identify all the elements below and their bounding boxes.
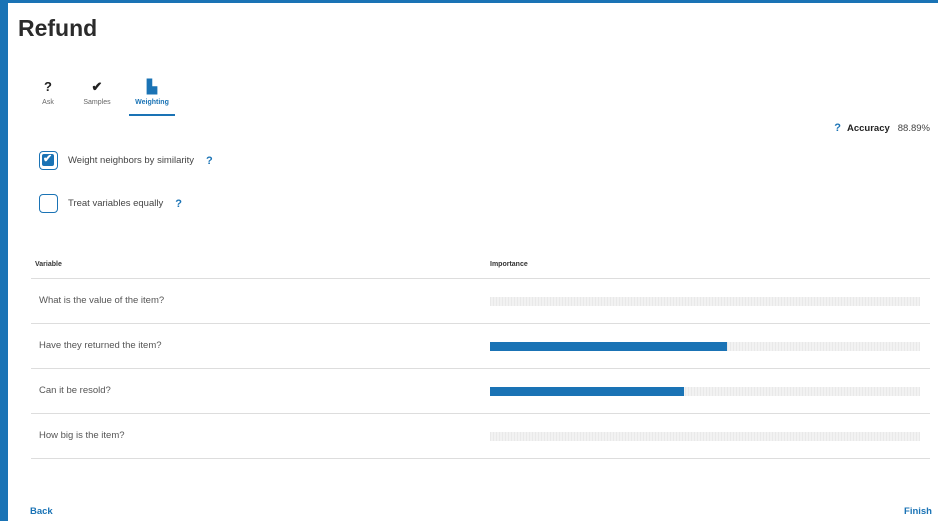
step-ask[interactable]: ? Ask: [38, 79, 58, 107]
accuracy-help-icon[interactable]: ?: [834, 122, 841, 134]
step-weighting[interactable]: ▙ Weighting: [130, 79, 174, 107]
weighting-icon: ▙: [147, 79, 157, 94]
variable-name: Have they returned the item?: [39, 340, 162, 351]
importance-table: Variable Importance What is the value of…: [31, 255, 930, 459]
importance-bar-fill: [490, 387, 684, 396]
importance-bar-fill: [490, 342, 727, 351]
importance-bar: [490, 297, 920, 306]
table-row: How big is the item?: [31, 414, 930, 459]
step-weighting-label: Weighting: [135, 99, 169, 106]
step-ask-label: Ask: [42, 99, 54, 106]
page-title: Refund: [18, 15, 98, 41]
treat-equally-label: Treat variables equally: [68, 198, 164, 209]
accuracy-display: ? Accuracy 88.89%: [834, 122, 930, 134]
variable-name: How big is the item?: [39, 430, 125, 441]
treat-equally-checkbox[interactable]: [39, 194, 58, 213]
importance-bar: [490, 342, 920, 351]
importance-column-header: Importance: [490, 261, 528, 268]
checkmark-icon: ✔: [91, 79, 103, 94]
checkbox-check-icon: ✔: [43, 153, 53, 165]
active-step-indicator: [129, 114, 175, 116]
table-row: Can it be resold?: [31, 369, 930, 414]
refund-panel: Refund ? Ask ✔ Samples ▙ Weighting ? Acc…: [0, 0, 938, 521]
finish-button[interactable]: Finish: [904, 506, 932, 517]
weight-neighbors-help-icon[interactable]: ?: [206, 155, 213, 167]
variable-name: What is the value of the item?: [39, 295, 165, 306]
accuracy-value: 88.89%: [897, 122, 930, 134]
table-row: What is the value of the item?: [31, 279, 930, 324]
accuracy-label: Accuracy: [846, 122, 890, 134]
table-header: Variable Importance: [31, 255, 930, 279]
step-samples[interactable]: ✔ Samples: [79, 79, 115, 107]
step-samples-label: Samples: [83, 99, 111, 106]
importance-bar: [490, 432, 920, 441]
treat-equally-help-icon[interactable]: ?: [175, 198, 182, 210]
variable-name: Can it be resold?: [39, 385, 111, 396]
treat-equally-option: Treat variables equally ?: [39, 194, 182, 213]
back-button[interactable]: Back: [30, 506, 53, 517]
variable-column-header: Variable: [35, 261, 62, 268]
table-row: Have they returned the item?: [31, 324, 930, 369]
question-mark-icon: ?: [44, 79, 52, 94]
importance-bar: [490, 387, 920, 396]
weight-neighbors-checkbox[interactable]: ✔: [39, 151, 58, 170]
weight-neighbors-option: ✔ Weight neighbors by similarity ?: [39, 151, 213, 170]
weight-neighbors-label: Weight neighbors by similarity: [68, 155, 195, 166]
